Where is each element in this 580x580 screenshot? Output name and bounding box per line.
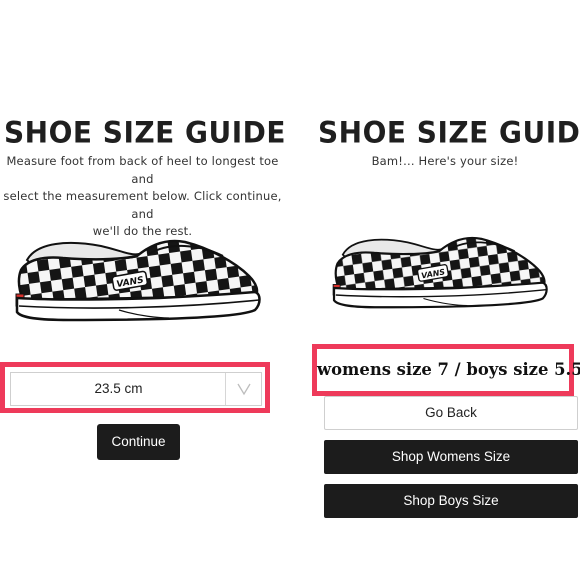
chevron-down-icon (237, 383, 251, 396)
continue-button[interactable]: Continue (97, 424, 180, 460)
page-title: SHOE SIZE GUIDE (4, 115, 287, 150)
checkered-shoe-illustration (14, 239, 261, 322)
go-back-button[interactable]: Go Back (324, 396, 578, 430)
shop-womens-size-button[interactable]: Shop Womens Size (324, 440, 578, 474)
size-result: womens size 7 / boys size 5.5 (317, 360, 580, 379)
size-guide-input-panel: SHOE SIZE GUIDE Measure foot from back o… (0, 0, 287, 580)
foot-length-select[interactable]: 23.5 cm (10, 372, 262, 406)
instructions-line: select the measurement below. Click cont… (3, 189, 282, 221)
page-title: SHOE SIZE GUIDE (318, 115, 580, 150)
selected-foot-length: 23.5 cm (94, 381, 143, 396)
instructions-line: Measure foot from back of heel to longes… (6, 154, 279, 186)
result-subtitle: Bam!... Here's your size! (371, 154, 519, 168)
dropdown-toggle[interactable] (225, 373, 262, 405)
checkered-shoe-illustration (332, 236, 548, 309)
size-guide-result-panel: SHOE SIZE GUIDE Bam!... Here's your size… (312, 0, 580, 580)
shop-boys-size-button[interactable]: Shop Boys Size (324, 484, 578, 518)
